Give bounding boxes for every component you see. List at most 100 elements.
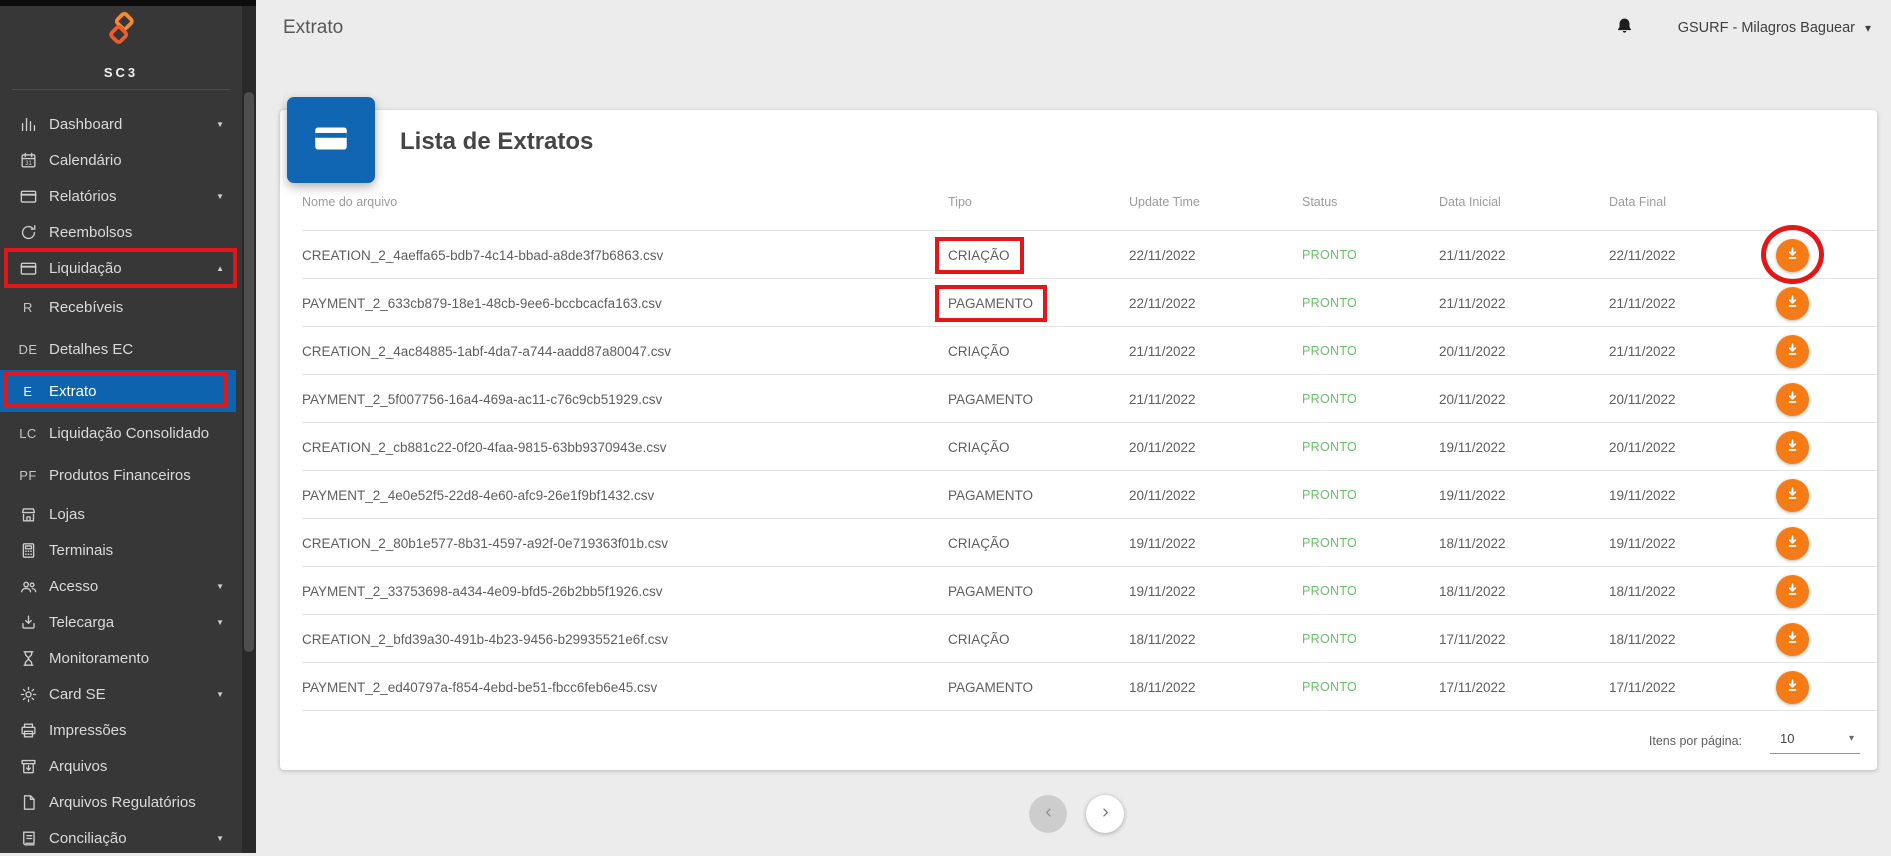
download-button[interactable] (1776, 671, 1809, 704)
tipo-cell: PAGAMENTO (948, 488, 1129, 503)
download-button[interactable] (1776, 383, 1809, 416)
sidebar-item-receb-veis[interactable]: R Recebíveis (0, 286, 242, 328)
download-icon (1784, 677, 1801, 697)
chevron-left-icon (1041, 805, 1056, 823)
status-cell: PRONTO (1302, 248, 1439, 262)
next-page-button[interactable] (1086, 795, 1124, 833)
sidebar: SC3 Dashboard ▼ 31 Calendário Relatórios… (0, 0, 242, 853)
data-inicial-cell: 20/11/2022 (1439, 344, 1609, 359)
download-cell (1760, 231, 1877, 279)
file-name-cell: CREATION_2_cb881c22-0f20-4faa-9815-63bb9… (302, 440, 948, 455)
status-cell: PRONTO (1302, 296, 1439, 310)
sidebar-item-calend-rio[interactable]: 31 Calendário (0, 142, 242, 178)
data-inicial-cell: 20/11/2022 (1439, 392, 1609, 407)
download-button[interactable] (1776, 239, 1809, 272)
download-button[interactable] (1776, 479, 1809, 512)
status-cell: PRONTO (1302, 440, 1439, 454)
download-cell (1760, 663, 1877, 711)
page-title: Extrato (283, 17, 343, 39)
scrollbar-thumb[interactable] (244, 92, 254, 652)
download-button[interactable] (1776, 287, 1809, 320)
sidebar-item-liquida-o[interactable]: Liquidação ▲ (0, 250, 242, 286)
data-inicial-cell: 21/11/2022 (1439, 296, 1609, 311)
sidebar-item-concilia-o[interactable]: Conciliação ▼ (0, 820, 242, 856)
logo: SC3 (0, 0, 242, 80)
tipo-value-red-annotation-box: CRIAÇÃO (935, 237, 1024, 274)
extract-list-card: Lista de Extratos Nome do arquivo Tipo U… (280, 110, 1877, 770)
sidebar-item-label: Conciliação (49, 830, 127, 847)
sidebar-item-liquida-o-consolidado[interactable]: LC Liquidação Consolidado (0, 412, 242, 454)
data-final-cell: 21/11/2022 (1609, 344, 1760, 359)
tipo-cell: PAGAMENTO (948, 680, 1129, 695)
sidebar-item-detalhes-ec[interactable]: DE Detalhes EC (0, 328, 242, 370)
calendar-icon: 31 (16, 149, 40, 171)
sidebar-item-card-se[interactable]: Card SE ▼ (0, 676, 242, 712)
sidebar-item-produtos-financeiros[interactable]: PF Produtos Financeiros (0, 454, 242, 496)
logo-text: SC3 (104, 65, 138, 80)
update-time-cell: 18/11/2022 (1129, 632, 1302, 647)
sidebar-item-arquivos-regulat-rios[interactable]: Arquivos Regulatórios (0, 784, 242, 820)
pagination-bar: Itens por página: 10 ▾ (302, 711, 1877, 770)
download-cell (1760, 519, 1877, 567)
download-button[interactable] (1776, 575, 1809, 608)
download-cell (1760, 279, 1877, 327)
sidebar-item-dashboard[interactable]: Dashboard ▼ (0, 106, 242, 142)
status-cell: PRONTO (1302, 584, 1439, 598)
sidebar-item-terminais[interactable]: Terminais (0, 532, 242, 568)
tipo-cell: PAGAMENTO (948, 584, 1129, 599)
user-menu-label: GSURF - Milagros Baguear (1678, 20, 1855, 36)
letter-badge: LC (16, 422, 40, 444)
items-per-page-label: Itens por página: (1649, 734, 1742, 748)
status-cell: PRONTO (1302, 392, 1439, 406)
archive-icon (16, 755, 40, 777)
store-icon (16, 503, 40, 525)
column-header-tipo: Tipo (948, 195, 1129, 209)
update-time-cell: 19/11/2022 (1129, 536, 1302, 551)
items-per-page-select[interactable]: 10 ▾ (1770, 727, 1860, 754)
download-button[interactable] (1776, 527, 1809, 560)
refresh-icon (16, 221, 40, 243)
data-final-cell: 19/11/2022 (1609, 488, 1760, 503)
tipo-cell: CRIAÇÃO (948, 344, 1129, 359)
sidebar-item-label: Detalhes EC (49, 341, 133, 358)
update-time-cell: 22/11/2022 (1129, 296, 1302, 311)
file-name-cell: PAYMENT_2_633cb879-18e1-48cb-9ee6-bccbca… (302, 296, 948, 311)
sidebar-item-arquivos[interactable]: Arquivos (0, 748, 242, 784)
sidebar-item-extrato[interactable]: E Extrato (0, 370, 236, 412)
column-header-status: Status (1302, 195, 1439, 209)
status-cell: PRONTO (1302, 632, 1439, 646)
sidebar-item-lojas[interactable]: Lojas (0, 496, 242, 532)
download-button[interactable] (1776, 623, 1809, 656)
download-button[interactable] (1776, 431, 1809, 464)
sidebar-item-impress-es[interactable]: Impressões (0, 712, 242, 748)
file-name-cell: CREATION_2_bfd39a30-491b-4b23-9456-b2993… (302, 632, 948, 647)
tipo-cell: PAGAMENTO (948, 392, 1129, 407)
sidebar-item-acesso[interactable]: Acesso ▼ (0, 568, 242, 604)
letter-badge: E (16, 380, 40, 402)
data-final-cell: 20/11/2022 (1609, 392, 1760, 407)
notifications-button[interactable] (1615, 16, 1634, 39)
file-icon (16, 791, 40, 813)
download-button[interactable] (1776, 335, 1809, 368)
sidebar-item-telecarga[interactable]: Telecarga ▼ (0, 604, 242, 640)
tipo-value: PAGAMENTO (948, 584, 1033, 599)
sidebar-item-monitoramento[interactable]: Monitoramento (0, 640, 242, 676)
user-menu[interactable]: GSURF - Milagros Baguear ▾ (1678, 20, 1871, 36)
update-time-cell: 19/11/2022 (1129, 584, 1302, 599)
sidebar-item-label: Produtos Financeiros (49, 467, 191, 484)
sidebar-item-relat-rios[interactable]: Relatórios ▼ (0, 178, 242, 214)
table-row: CREATION_2_4ac84885-1abf-4da7-a744-aadd8… (302, 327, 1877, 375)
tipo-cell: PAGAMENTO (948, 285, 1129, 322)
bar-chart-icon (16, 113, 40, 135)
previous-page-button[interactable] (1029, 795, 1067, 833)
tipo-value: CRIAÇÃO (948, 344, 1010, 359)
sidebar-item-label: Lojas (49, 506, 85, 523)
letter-badge: PF (16, 464, 40, 486)
data-final-cell: 18/11/2022 (1609, 632, 1760, 647)
gear-icon (16, 683, 40, 705)
sidebar-item-reembolsos[interactable]: Reembolsos (0, 214, 242, 250)
update-time-cell: 18/11/2022 (1129, 680, 1302, 695)
receipt-icon (16, 827, 40, 849)
items-per-page-value: 10 (1780, 731, 1794, 746)
sidebar-scrollbar[interactable] (242, 0, 256, 853)
